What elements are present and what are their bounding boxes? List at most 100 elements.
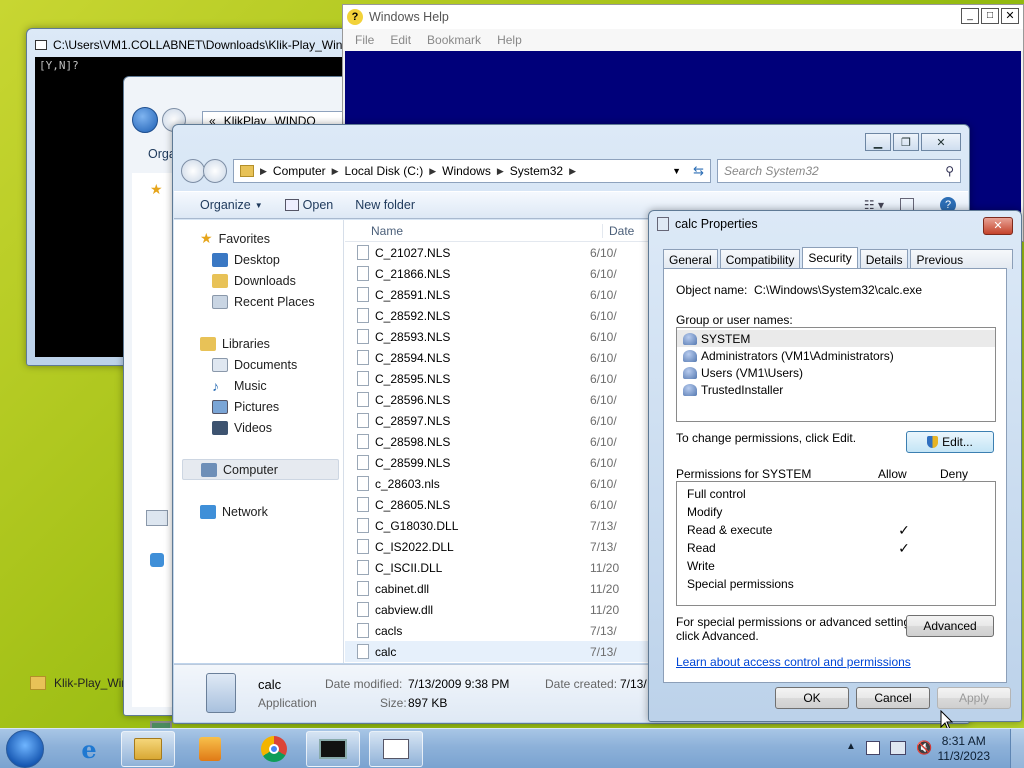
help-icon: ? <box>347 9 363 25</box>
user-group-icon <box>683 332 697 345</box>
crumb-system32[interactable]: System32 <box>510 164 563 178</box>
nav-music[interactable]: ♪ Music <box>174 375 343 396</box>
close-button[interactable]: ✕ <box>1001 8 1019 24</box>
nav-downloads[interactable]: Downloads <box>174 270 343 291</box>
new-folder-button[interactable]: New folder <box>347 196 423 214</box>
music-icon: ♪ <box>212 377 219 394</box>
menu-help[interactable]: Help <box>489 33 530 47</box>
tray-expand-icon[interactable]: ▲ <box>846 741 856 752</box>
nav-desktop-label: Desktop <box>234 252 280 267</box>
address-bar[interactable]: ▶ Computer ▶ Local Disk (C:) ▶ Windows ▶… <box>233 159 711 183</box>
organize-button[interactable]: Organize ▼ <box>192 196 271 214</box>
menu-file[interactable]: File <box>347 33 382 47</box>
file-name-cell: C_28591.NLS <box>345 287 590 302</box>
chevron-right-icon[interactable]: ▶ <box>260 166 267 177</box>
star-icon: ★ <box>200 230 213 246</box>
refresh-icon[interactable]: ⇆ <box>693 163 704 179</box>
volume-muted-icon[interactable]: 🔇 <box>916 740 932 756</box>
chevron-down-icon[interactable]: ▼ <box>672 166 681 176</box>
chevron-right-icon[interactable]: ▶ <box>497 166 504 177</box>
user-row[interactable]: Users (VM1\Users) <box>677 364 995 381</box>
permissions-label: Permissions for SYSTEM <box>676 467 812 481</box>
file-icon <box>357 602 369 617</box>
taskbar-chrome[interactable] <box>247 731 301 767</box>
recent-places-icon <box>212 294 228 309</box>
forward-button[interactable] <box>203 159 227 183</box>
tray-clock[interactable]: 8:31 AM 11/3/2023 <box>938 734 991 764</box>
nav-network[interactable]: Network <box>174 501 343 522</box>
search-icon[interactable]: ⚲ <box>945 164 954 178</box>
crumb-local-disk[interactable]: Local Disk (C:) <box>345 164 424 178</box>
file-icon <box>357 455 369 470</box>
menu-bookmark[interactable]: Bookmark <box>419 33 489 47</box>
file-date: 6/10/ <box>590 287 617 302</box>
permissions-list[interactable]: Full control Modify Read & execute ✓ Read ✓ Wr… <box>676 481 996 606</box>
chevron-right-icon[interactable]: ▶ <box>569 166 576 177</box>
back-arrow-icon[interactable] <box>132 107 158 133</box>
network-icon[interactable] <box>890 741 906 755</box>
nav-libraries[interactable]: Libraries <box>174 333 343 354</box>
file-name-cell: c_28603.nls <box>345 476 590 491</box>
internet-explorer-icon: e <box>81 734 97 764</box>
chevron-right-icon[interactable]: ▶ <box>332 166 339 177</box>
search-input[interactable]: Search System32 ⚲ <box>717 159 961 183</box>
nav-recent-places[interactable]: Recent Places <box>174 291 343 312</box>
tab-security[interactable]: Security <box>802 247 858 269</box>
star-icon: ★ <box>150 181 163 197</box>
permission-row: Special permissions <box>677 575 995 593</box>
edit-button[interactable]: Edit... <box>906 431 994 453</box>
calculator-icon <box>657 217 669 231</box>
explorer-minimize-button[interactable]: ▁ <box>865 133 891 151</box>
user-row[interactable]: Administrators (VM1\Administrators) <box>677 347 995 364</box>
tab-general[interactable]: General <box>663 249 718 269</box>
access-control-link[interactable]: Learn about access control and permissio… <box>676 655 911 669</box>
user-row[interactable]: TrustedInstaller <box>677 381 995 398</box>
file-icon <box>357 245 369 260</box>
close-button[interactable]: ✕ <box>983 217 1013 235</box>
nav-videos[interactable]: Videos <box>174 417 343 438</box>
console-titlebar[interactable]: C:\Users\VM1.COLLABNET\Downloads\Klik-Pl… <box>35 35 347 55</box>
nav-pictures[interactable]: Pictures <box>174 396 343 417</box>
taskbar-explorer[interactable] <box>121 731 175 767</box>
cancel-button[interactable]: Cancel <box>856 687 930 709</box>
show-desktop-button[interactable] <box>1010 729 1024 768</box>
user-group-icon <box>683 349 697 362</box>
action-center-icon[interactable] <box>866 741 880 755</box>
tab-details[interactable]: Details <box>859 249 909 269</box>
explorer-close-button[interactable]: ✕ <box>921 133 961 151</box>
open-button[interactable]: Open <box>277 196 342 214</box>
minimize-button[interactable]: _ <box>961 8 979 24</box>
ok-button[interactable]: OK <box>775 687 849 709</box>
user-row[interactable]: SYSTEM <box>677 330 995 347</box>
nav-documents[interactable]: Documents <box>174 354 343 375</box>
nav-computer[interactable]: Computer <box>182 459 339 480</box>
menu-edit[interactable]: Edit <box>382 33 419 47</box>
apply-button[interactable]: Apply <box>937 687 1011 709</box>
taskbar-help[interactable] <box>369 731 423 767</box>
chevron-right-icon[interactable]: ▶ <box>429 166 436 177</box>
crumb-windows[interactable]: Windows <box>442 164 491 178</box>
crumb-computer[interactable]: Computer <box>273 164 326 178</box>
file-name: C_28591.NLS <box>375 287 451 302</box>
tab-previous-versions[interactable]: Previous Versions <box>910 249 1013 281</box>
advanced-button[interactable]: Advanced <box>906 615 994 637</box>
column-name[interactable]: Name <box>345 224 602 238</box>
explorer-maximize-button[interactable]: ❐ <box>893 133 919 151</box>
properties-dialog[interactable]: calc Properties ✕ General Compatibility … <box>648 210 1022 722</box>
column-date[interactable]: Date <box>602 223 634 238</box>
cancel-label: Cancel <box>874 691 912 705</box>
maximize-button[interactable]: □ <box>981 8 999 24</box>
users-listbox[interactable]: SYSTEM Administrators (VM1\Administrators… <box>676 327 996 422</box>
taskbar-media-player[interactable] <box>183 731 237 767</box>
tab-compatibility[interactable]: Compatibility <box>719 249 801 269</box>
file-name: cabinet.dll <box>375 581 430 596</box>
taskbar-console[interactable] <box>306 731 360 767</box>
nav-desktop[interactable]: Desktop <box>174 249 343 270</box>
nav-favorites[interactable]: ★ Favorites <box>174 228 343 249</box>
help-titlebar[interactable]: ? Windows Help _ □ ✕ <box>343 5 1023 29</box>
taskbar-ie[interactable]: e <box>62 731 116 767</box>
back-button[interactable] <box>181 159 205 183</box>
user-name: Users (VM1\Users) <box>701 365 804 380</box>
deny-label: Deny <box>940 467 969 481</box>
start-button[interactable] <box>6 730 44 768</box>
